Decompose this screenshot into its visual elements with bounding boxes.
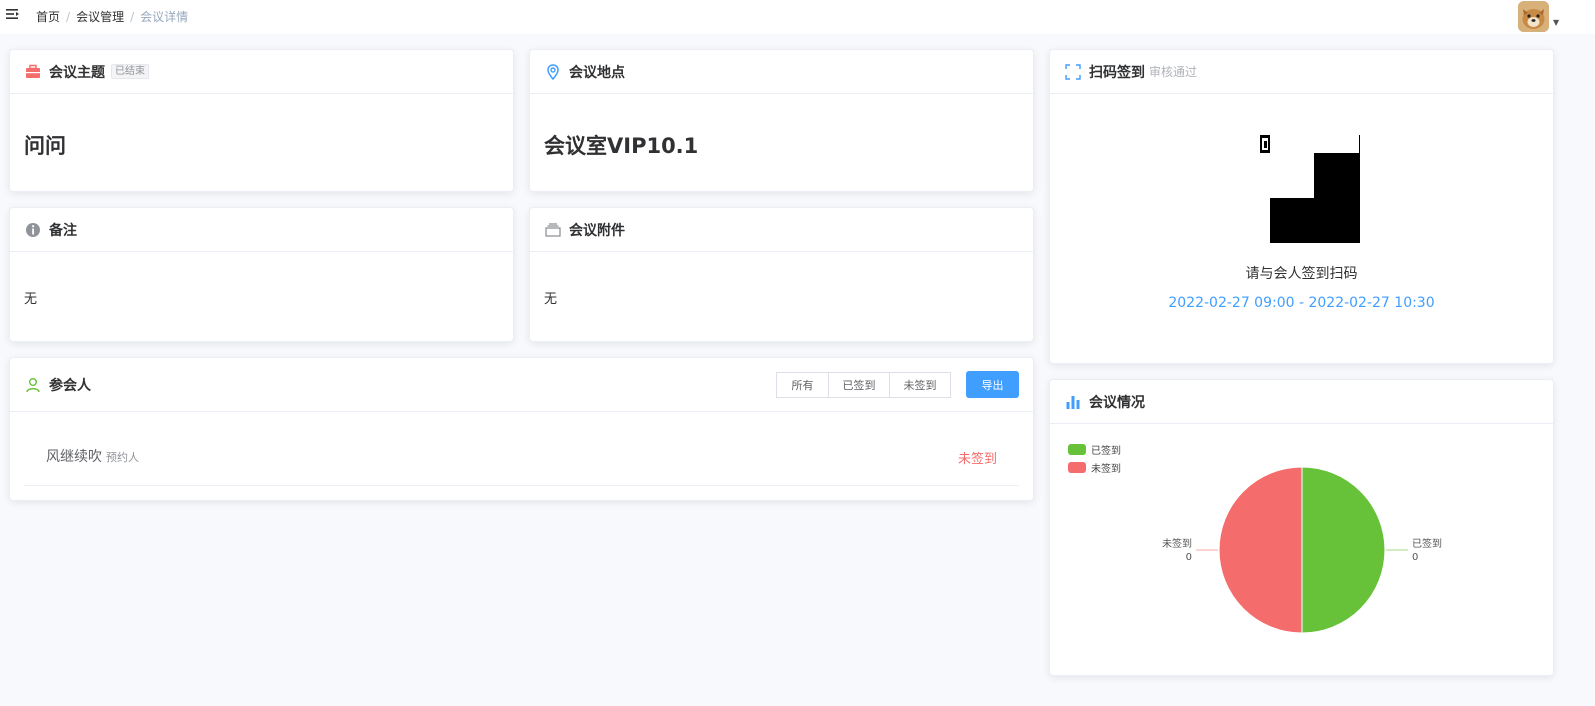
checkin-status-note: 审核通过 [1149,65,1198,79]
topic-card-header: 会议主题 已结束 [10,50,513,94]
checkin-card: 扫码签到 审核通过 请与会人签到扫码 2022-02-27 09:00 - 20… [1049,49,1554,364]
attachment-card: 会议附件 无 [529,207,1034,342]
location-card: 会议地点 会议室VIP10.1 [529,49,1034,192]
stats-card: 会议情况 已签到 未签到 已签到 0 未签到 0 [1049,379,1554,676]
breadcrumb-current: 会议详情 [140,10,189,24]
info-icon [26,222,40,237]
filter-all-button[interactable]: 所有 [776,372,829,398]
avatar[interactable] [1518,1,1549,32]
user-icon [26,377,40,392]
topic-card: 会议主题 已结束 问问 [9,49,514,192]
checkin-card-header: 扫码签到 审核通过 [1050,50,1553,94]
attendee-name: 风继续吹 [46,449,102,465]
attendee-role: 预约人 [106,451,139,464]
folder-icon [545,222,561,237]
list-item: 风继续吹 预约人 未签到 [24,434,1019,486]
breadcrumb-separator: / [66,10,71,24]
attachment-value: 无 [544,292,558,307]
topic-card-title: 会议主题 [49,64,105,81]
status-badge: 已结束 [111,64,149,79]
attendees-card-title: 参会人 [49,377,91,394]
dog-avatar-icon [1518,1,1549,32]
top-navbar: 首页 / 会议管理 / 会议详情 ▼ [0,0,1595,34]
attendee-name-wrap: 风继续吹 预约人 [46,446,139,466]
filter-signed-button[interactable]: 已签到 [828,372,890,398]
caret-down-icon[interactable]: ▼ [1553,18,1559,27]
pie-label-name: 未签到 [1162,537,1192,550]
stats-card-header: 会议情况 [1050,380,1553,424]
attendees-card: 参会人 所有 已签到 未签到 导出 风继续吹 预约人 未签到 [9,357,1034,501]
scan-icon [1065,63,1081,80]
breadcrumb-section[interactable]: 会议管理 [76,10,124,24]
attachment-card-header: 会议附件 [530,208,1033,252]
remark-card-header: 备注 [10,208,513,252]
briefcase-icon [26,64,40,78]
pie-slice[interactable] [1301,466,1386,634]
remark-card: 备注 无 [9,207,514,342]
location-pin-icon [547,63,559,80]
stats-card-title: 会议情况 [1089,394,1145,411]
remark-value: 无 [24,292,38,307]
attendee-status: 未签到 [957,452,997,467]
pie-slice[interactable] [1218,466,1303,634]
checkin-card-title: 扫码签到 [1089,64,1145,81]
qr-code-icon[interactable] [1260,135,1360,243]
pie-chart: 已签到 0 未签到 0 [1162,466,1442,634]
attendee-filter-group: 所有 已签到 未签到 [776,372,951,398]
pie-label-name: 已签到 [1412,537,1442,550]
pie-label-value: 0 [1412,552,1418,563]
remark-card-title: 备注 [49,222,77,239]
topic-value: 问问 [24,134,66,158]
breadcrumb: 首页 / 会议管理 / 会议详情 [36,8,188,25]
location-card-title: 会议地点 [569,64,625,81]
breadcrumb-separator: / [130,10,135,24]
export-button[interactable]: 导出 [966,371,1019,398]
attachment-card-title: 会议附件 [569,222,625,239]
bar-chart-icon [1066,395,1080,409]
filter-unsigned-button[interactable]: 未签到 [889,372,951,398]
menu-toggle-icon[interactable] [6,8,20,20]
location-value: 会议室VIP10.1 [544,134,699,158]
checkin-hint: 请与会人签到扫码 [1245,266,1358,282]
location-card-header: 会议地点 [530,50,1033,94]
breadcrumb-home[interactable]: 首页 [36,10,60,24]
checkin-time-range: 2022-02-27 09:00 - 2022-02-27 10:30 [1168,295,1435,311]
pie-label-value: 0 [1186,552,1192,563]
